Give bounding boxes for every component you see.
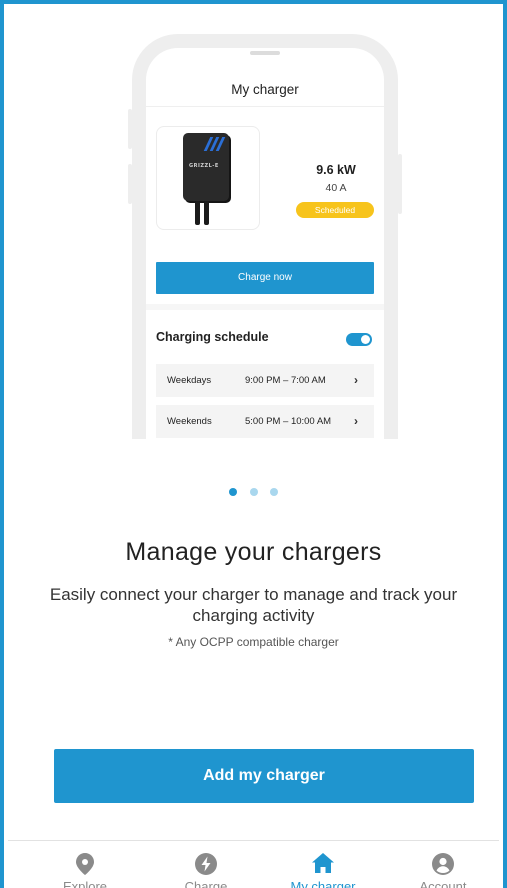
- schedule-day: Weekdays: [167, 375, 212, 386]
- tab-account[interactable]: Account: [383, 841, 503, 888]
- phone-fade: [122, 439, 412, 459]
- schedule-row-weekdays: Weekdays 9:00 PM – 7:00 AM ›: [156, 364, 374, 397]
- tab-explore[interactable]: Explore: [25, 841, 145, 888]
- onboarding-headline: Manage your chargers: [125, 538, 382, 566]
- tab-my-charger[interactable]: My charger: [263, 841, 383, 888]
- section-divider: [146, 304, 384, 310]
- charging-schedule-title: Charging schedule: [156, 330, 269, 344]
- charge-now-button: Charge now: [156, 262, 374, 294]
- schedule-time: 9:00 PM – 7:00 AM: [245, 375, 326, 386]
- divider: [146, 106, 384, 107]
- chevron-right-icon: ›: [354, 373, 358, 387]
- chevron-right-icon: ›: [354, 414, 358, 428]
- tab-label: Charge: [184, 879, 228, 888]
- charger-logo: GRIZZL-E: [189, 163, 219, 169]
- app-screen: My charger GRIZZL-E 9.6 kW 40 A Schedule…: [0, 0, 507, 888]
- phone-notch: [250, 51, 280, 55]
- schedule-day: Weekends: [167, 416, 212, 427]
- compatibility-note: * Any OCPP compatible charger: [168, 635, 339, 649]
- user-circle-icon: [432, 853, 454, 880]
- bottom-tab-bar: Explore Charge My charger Account: [8, 840, 499, 888]
- schedule-time: 5:00 PM – 10:00 AM: [245, 416, 332, 427]
- lightning-icon: [195, 853, 217, 880]
- map-pin-icon: [76, 853, 94, 880]
- phone-side-button: [398, 154, 402, 214]
- page-dot-1[interactable]: [229, 488, 238, 496]
- onboarding-description: Easily connect your charger to manage an…: [49, 585, 458, 625]
- phone-mockup: My charger GRIZZL-E 9.6 kW 40 A Schedule…: [132, 34, 398, 454]
- tab-label: My charger: [290, 879, 356, 888]
- add-my-charger-button[interactable]: Add my charger: [54, 749, 474, 803]
- phone-screen-title: My charger: [231, 82, 299, 97]
- tab-label: Account: [419, 879, 467, 888]
- charger-image: GRIZZL-E: [156, 126, 260, 230]
- toggle-knob: [361, 335, 370, 344]
- schedule-row-weekends: Weekends 5:00 PM – 10:00 AM ›: [156, 405, 374, 438]
- page-dot-3[interactable]: [269, 488, 278, 496]
- page-dot-2[interactable]: [249, 488, 258, 496]
- schedule-toggle: [346, 333, 372, 346]
- tab-label: Explore: [62, 879, 108, 888]
- charger-device: GRIZZL-E: [183, 133, 229, 201]
- charger-current: 40 A: [325, 182, 347, 194]
- page-indicator: [4, 483, 503, 501]
- charger-power: 9.6 kW: [316, 163, 356, 177]
- status-badge: Scheduled: [296, 202, 374, 218]
- home-icon: [312, 853, 334, 878]
- tab-charge[interactable]: Charge: [146, 841, 266, 888]
